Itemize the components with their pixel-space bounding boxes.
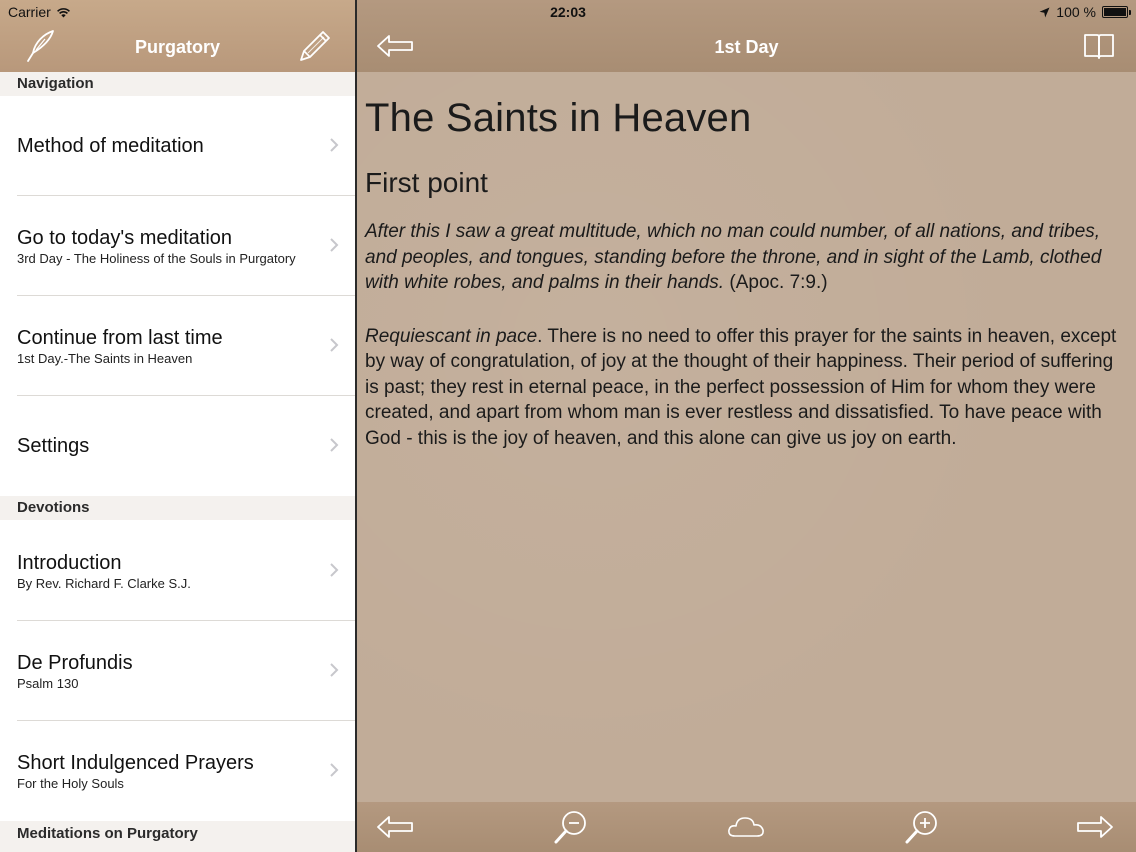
chevron-right-icon: [330, 138, 339, 152]
row-subtitle: For the Holy Souls: [17, 776, 124, 791]
row-subtitle: 3rd Day - The Holiness of the Souls in P…: [17, 251, 296, 266]
section-header-navigation: Navigation: [0, 72, 355, 96]
battery-icon: [1102, 6, 1131, 18]
row-label: Settings: [17, 435, 90, 457]
status-time: 22:03: [550, 4, 586, 20]
chevron-right-icon: [330, 763, 339, 777]
detail-title: 1st Day: [714, 37, 779, 57]
meditation-content: The Saints in Heaven First point After t…: [365, 96, 1129, 479]
row-introduction[interactable]: Introduction By Rev. Richard F. Clarke S…: [0, 521, 355, 621]
bottom-toolbar: [357, 802, 1136, 852]
scripture-quote: After this I saw a great multitude, whic…: [365, 219, 1129, 296]
master-pane: Purgatory Navigation Method of meditatio…: [0, 0, 355, 852]
status-right: 100 %: [1039, 4, 1131, 20]
book-icon[interactable]: [1079, 26, 1119, 66]
chevron-right-icon: [330, 563, 339, 577]
row-label: Continue from last time: [17, 327, 223, 349]
row-label: Go to today's meditation: [17, 227, 233, 249]
section-header-devotions: Devotions: [0, 496, 355, 520]
row-de-profundis[interactable]: De Profundis Psalm 130: [0, 621, 355, 721]
row-subtitle: Psalm 130: [17, 676, 79, 691]
section-header-meditations: Meditations on Purgatory: [0, 821, 355, 852]
row-subtitle: 1st Day.-The Saints in Heaven: [17, 351, 193, 366]
row-continue-last-time[interactable]: Continue from last time 1st Day.-The Sai…: [0, 296, 355, 396]
status-bar: Carrier 22:03 100 %: [0, 0, 1136, 24]
chevron-right-icon: [330, 663, 339, 677]
pencil-icon[interactable]: [294, 26, 334, 66]
back-arrow-icon[interactable]: [375, 807, 415, 847]
meditation-paragraph: Requiescant in pace. There is no need to…: [365, 324, 1129, 452]
row-method-of-meditation[interactable]: Method of meditation: [0, 96, 355, 196]
meditation-heading: The Saints in Heaven: [365, 96, 752, 140]
paragraph-latin: Requiescant in pace: [365, 325, 538, 347]
row-short-indulgenced-prayers[interactable]: Short Indulgenced Prayers For the Holy S…: [0, 721, 355, 821]
point-heading: First point: [365, 167, 488, 198]
zoom-in-icon[interactable]: [902, 807, 942, 847]
chevron-right-icon: [330, 338, 339, 352]
row-label: Method of meditation: [17, 135, 204, 157]
quote-reference: (Apoc. 7:9.): [724, 272, 828, 293]
battery-percent: 100 %: [1056, 4, 1096, 20]
row-settings[interactable]: Settings: [0, 396, 355, 496]
chevron-right-icon: [330, 438, 339, 452]
cloud-icon[interactable]: [726, 807, 766, 847]
forward-arrow-icon[interactable]: [1075, 807, 1115, 847]
chevron-right-icon: [330, 238, 339, 252]
row-todays-meditation[interactable]: Go to today's meditation 3rd Day - The H…: [0, 196, 355, 296]
location-icon: [1039, 7, 1050, 17]
zoom-out-icon[interactable]: [551, 807, 591, 847]
split-divider: [355, 0, 357, 852]
detail-pane: 1st Day The Saints in Heaven First point…: [357, 0, 1136, 852]
row-label: De Profundis: [17, 652, 133, 674]
row-label: Introduction: [17, 552, 122, 574]
row-subtitle: By Rev. Richard F. Clarke S.J.: [17, 576, 191, 591]
row-label: Short Indulgenced Prayers: [17, 752, 254, 774]
